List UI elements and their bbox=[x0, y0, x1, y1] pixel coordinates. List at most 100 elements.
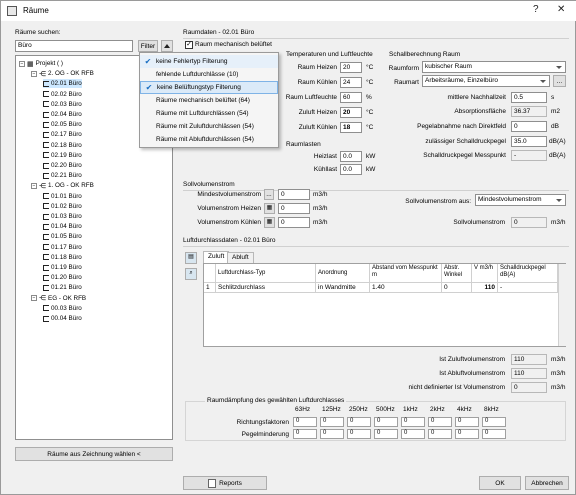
cell-winkel[interactable]: 0 bbox=[442, 283, 472, 293]
tree-project-item[interactable]: − ▦ Projekt ( ) bbox=[19, 59, 63, 68]
collapse-toggle-icon[interactable]: − bbox=[31, 182, 37, 189]
zul-schall-input[interactable]: 35.0 bbox=[511, 136, 547, 147]
mech-checkbox[interactable]: ✓ bbox=[185, 41, 193, 49]
tree-room-item[interactable]: 02.03 Büro bbox=[43, 100, 82, 109]
tree-room-item[interactable]: 02.04 Büro bbox=[43, 110, 82, 119]
pegelminderung-input[interactable]: 0 bbox=[374, 429, 398, 439]
tree-item-label: 2. OG - OK RFB bbox=[48, 70, 94, 78]
collapse-toggle-icon[interactable]: − bbox=[31, 70, 37, 77]
zoom-icon[interactable]: ⌕ bbox=[185, 268, 197, 280]
richtungsfaktor-input[interactable]: 0 bbox=[428, 417, 452, 427]
collapse-up-icon[interactable] bbox=[161, 40, 173, 52]
cell-anordnung[interactable]: in Wandmitte bbox=[316, 283, 370, 293]
vs-heizen-input[interactable]: 0 bbox=[278, 203, 310, 214]
raumart-more-button[interactable]: ... bbox=[553, 75, 566, 87]
tree-room-item[interactable]: 01.02 Büro bbox=[43, 202, 82, 211]
tree-room-item[interactable]: 01.04 Büro bbox=[43, 222, 82, 231]
filter-menu-item[interactable]: Räume mechanisch belüftet (64) bbox=[140, 94, 278, 107]
tree-room-item[interactable]: 00.04 Büro bbox=[43, 314, 82, 323]
cell-typ[interactable]: Schlitzdurchlass bbox=[216, 283, 316, 293]
cell-abstand[interactable]: 1.40 bbox=[370, 283, 442, 293]
raumart-select[interactable]: Arbeitsräume, Einzelbüro bbox=[422, 75, 550, 87]
mindest-more-button[interactable]: ... bbox=[264, 189, 274, 200]
richtungsfaktor-input[interactable]: 0 bbox=[455, 417, 479, 427]
raum-feuchte-input[interactable]: 60 bbox=[340, 92, 362, 103]
ist-ab-value: 110 bbox=[511, 368, 547, 379]
mindest-input[interactable]: 0 bbox=[278, 189, 310, 200]
richtungsfaktor-input[interactable]: 0 bbox=[401, 417, 425, 427]
add-outlet-icon[interactable]: ▤ bbox=[185, 252, 197, 264]
pegelminderung-input[interactable]: 0 bbox=[428, 429, 452, 439]
ist-nd-label: nicht definierter Ist Volumenstrom bbox=[408, 384, 505, 391]
tree-room-item[interactable]: 02.05 Büro bbox=[43, 120, 82, 129]
tree-floor-item[interactable]: − ⋲ 2. OG - OK RFB bbox=[31, 69, 94, 78]
tree-room-item[interactable]: 01.01 Büro bbox=[43, 192, 82, 201]
tree-room-item[interactable]: 02.01 Büro bbox=[43, 79, 82, 89]
filter-button[interactable]: Filter bbox=[138, 40, 158, 52]
outlet-table[interactable]: Luftdurchlass-Typ Anordnung Abstand vom … bbox=[203, 263, 566, 347]
freq-header: 4kHz bbox=[457, 406, 472, 413]
tree-room-item[interactable]: 01.20 Büro bbox=[43, 273, 82, 282]
raumdaten-title: Raumdaten - 02.01 Büro bbox=[183, 29, 255, 36]
zuluft-heizen-input[interactable]: 20 bbox=[340, 107, 362, 118]
filter-menu-item[interactable]: Räume mit Zuluftdurchlässen (54) bbox=[140, 120, 278, 133]
zuluft-kuehlen-input[interactable]: 18 bbox=[340, 122, 362, 133]
raumform-select[interactable]: kubischer Raum bbox=[422, 61, 566, 73]
filter-menu-item[interactable]: Räume mit Luftdurchlässen (54) bbox=[140, 107, 278, 120]
calculator-icon[interactable]: ▦ bbox=[264, 203, 275, 214]
nachhall-input[interactable]: 0.5 bbox=[511, 92, 547, 103]
tree-room-item[interactable]: 02.02 Büro bbox=[43, 90, 82, 99]
cell-v[interactable]: 110 bbox=[472, 283, 498, 293]
tree-room-item[interactable]: 01.05 Büro bbox=[43, 232, 82, 241]
reports-button[interactable]: Reports bbox=[183, 476, 267, 490]
select-from-drawing-button[interactable]: Räume aus Zeichnung wählen < bbox=[15, 447, 173, 461]
tab-abluft[interactable]: Abluft bbox=[227, 252, 254, 263]
filter-menu-item[interactable]: ✔ keine Belüftungstyp Filterung bbox=[140, 81, 278, 94]
pegelminderung-input[interactable]: 0 bbox=[455, 429, 479, 439]
filter-menu-item[interactable]: fehlende Luftdurchlässe (10) bbox=[140, 68, 278, 81]
tree-room-item[interactable]: 01.18 Büro bbox=[43, 253, 82, 262]
tree-room-item[interactable]: 02.20 Büro bbox=[43, 161, 82, 170]
tree-room-item[interactable]: 02.18 Büro bbox=[43, 141, 82, 150]
richtungsfaktor-input[interactable]: 0 bbox=[293, 417, 317, 427]
tree-room-item[interactable]: 01.19 Büro bbox=[43, 263, 82, 272]
search-input[interactable]: Büro bbox=[15, 40, 133, 52]
close-button[interactable]: ✕ bbox=[557, 4, 565, 15]
vs-kuehlen-input[interactable]: 0 bbox=[278, 217, 310, 228]
pegelminderung-input[interactable]: 0 bbox=[401, 429, 425, 439]
tab-zuluft[interactable]: Zuluft bbox=[203, 251, 230, 263]
help-button[interactable]: ? bbox=[533, 4, 539, 15]
collapse-toggle-icon[interactable]: − bbox=[19, 60, 25, 67]
pegelminderung-input[interactable]: 0 bbox=[347, 429, 371, 439]
tree-room-item[interactable]: 02.21 Büro bbox=[43, 171, 82, 180]
soll-aus-select[interactable]: Mindestvolumenstrom bbox=[475, 194, 566, 206]
calculator-icon[interactable]: ▦ bbox=[264, 217, 275, 228]
collapse-toggle-icon[interactable]: − bbox=[31, 295, 37, 302]
tree-room-item[interactable]: 01.17 Büro bbox=[43, 243, 82, 252]
tree-room-item[interactable]: 02.17 Büro bbox=[43, 130, 82, 139]
cancel-button[interactable]: Abbrechen bbox=[525, 476, 569, 490]
richtungsfaktor-input[interactable]: 0 bbox=[374, 417, 398, 427]
kuehllast-input[interactable]: 0.0 bbox=[340, 164, 362, 175]
pegelminderung-input[interactable]: 0 bbox=[482, 429, 506, 439]
richtungsfaktor-input[interactable]: 0 bbox=[482, 417, 506, 427]
tree-room-item[interactable]: 00.03 Büro bbox=[43, 304, 82, 313]
raum-heizen-input[interactable]: 20 bbox=[340, 62, 362, 73]
ok-button[interactable]: OK bbox=[479, 476, 521, 490]
pegelabnahme-input[interactable]: 0 bbox=[511, 121, 547, 132]
tree-room-item[interactable]: 01.21 Büro bbox=[43, 283, 82, 292]
room-icon bbox=[43, 233, 49, 240]
raum-kuehlen-input[interactable]: 24 bbox=[340, 77, 362, 88]
tree-floor-item[interactable]: − ⋲ EG - OK RFB bbox=[31, 294, 86, 303]
table-scrollbar[interactable] bbox=[558, 264, 566, 346]
tree-floor-item[interactable]: − ⋲ 1. OG - OK RFB bbox=[31, 181, 94, 190]
filter-menu-item[interactable]: ✔ keine Fehlertyp Filterung bbox=[140, 55, 278, 68]
tree-room-item[interactable]: 02.19 Büro bbox=[43, 151, 82, 160]
richtungsfaktor-input[interactable]: 0 bbox=[347, 417, 371, 427]
heizlast-input[interactable]: 0.0 bbox=[340, 151, 362, 162]
richtungsfaktor-input[interactable]: 0 bbox=[320, 417, 344, 427]
tree-room-item[interactable]: 01.03 Büro bbox=[43, 212, 82, 221]
pegelminderung-input[interactable]: 0 bbox=[320, 429, 344, 439]
filter-menu-item[interactable]: Räume mit Abluftdurchlässen (54) bbox=[140, 133, 278, 146]
pegelminderung-input[interactable]: 0 bbox=[293, 429, 317, 439]
